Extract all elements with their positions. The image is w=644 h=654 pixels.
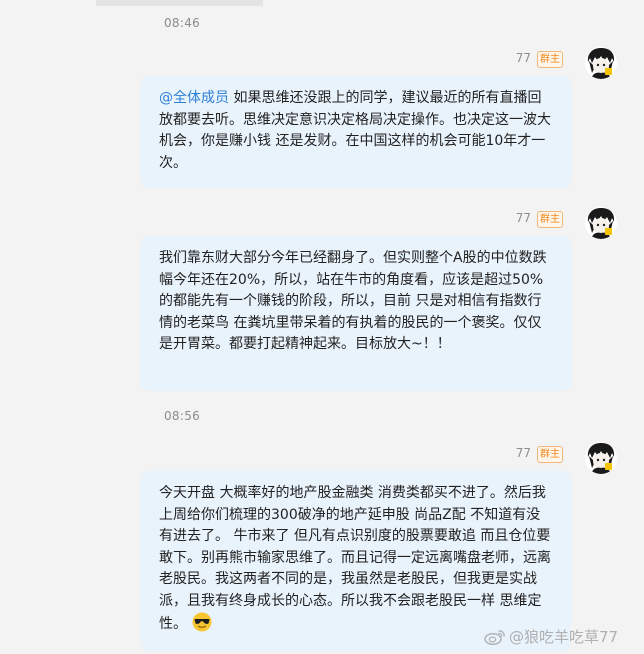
sender-name[interactable]: 77 (516, 51, 531, 65)
weibo-logo-icon (484, 629, 506, 646)
mention-all-members[interactable]: @全体成员 (159, 90, 229, 106)
owner-badge: 群主 (537, 211, 563, 228)
timestamp: 08:56 (164, 409, 201, 423)
watermark-text: @狼吃羊吃草77 (509, 628, 619, 646)
owner-badge: 群主 (537, 51, 563, 68)
message-bubble[interactable]: @全体成员 如果思维还没跟上的同学，建议最近的所有直播回放都要去听。思维决定意识… (141, 76, 571, 188)
previous-message-edge (96, 0, 263, 6)
weibo-watermark: @狼吃羊吃草77 (484, 626, 618, 647)
sunglasses-emoji-icon (192, 612, 212, 632)
message-bubble[interactable]: 我们靠东财大部分今年已经翻身了。但实则整个A股的中位数跌幅今年还在20%，所以，… (141, 236, 571, 391)
sender-name[interactable]: 77 (516, 211, 531, 225)
avatar[interactable] (585, 47, 617, 79)
timestamp: 08:46 (164, 16, 201, 30)
message-text: 我们靠东财大部分今年已经翻身了。但实则整个A股的中位数跌幅今年还在20%，所以，… (159, 250, 547, 352)
message-text: 今天开盘 大概率好的地产股金融类 消费类都买不进了。然后我上周给你们梳理的300… (159, 485, 551, 632)
owner-badge: 群主 (537, 446, 563, 463)
avatar[interactable] (585, 207, 617, 239)
avatar[interactable] (585, 442, 617, 474)
message-bubble[interactable]: 今天开盘 大概率好的地产股金融类 消费类都买不进了。然后我上周给你们梳理的300… (141, 471, 571, 651)
sender-name[interactable]: 77 (516, 446, 531, 460)
